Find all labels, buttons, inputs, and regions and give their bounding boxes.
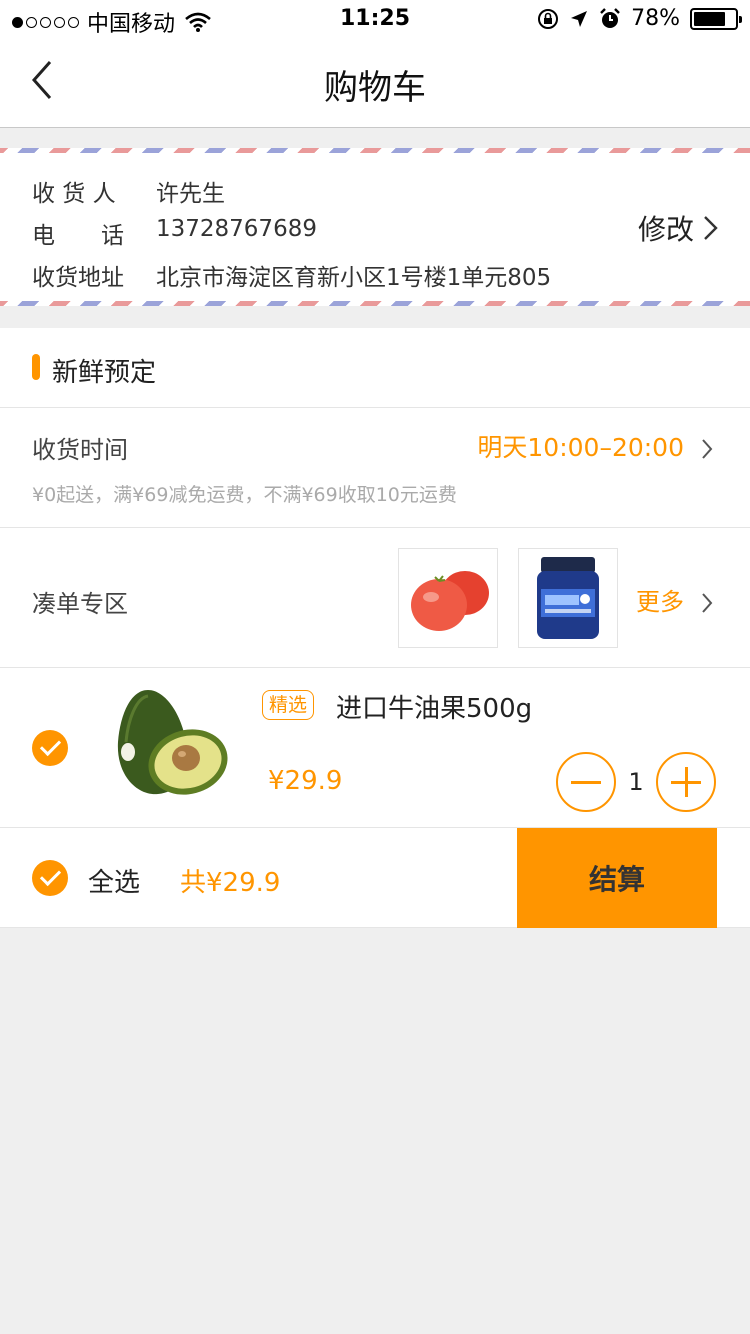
edit-address-button[interactable]: 修改 — [638, 208, 720, 248]
quantity-minus-button[interactable] — [556, 752, 616, 812]
delivery-time-label: 收货时间 — [32, 436, 128, 464]
quantity-plus-button[interactable] — [656, 752, 716, 812]
minus-icon — [571, 781, 601, 784]
checkout-bar: 全选 共¥29.9 结算 — [0, 828, 750, 928]
addon-more-link[interactable]: 更多 — [636, 582, 684, 617]
product-name: 进口牛油果500g — [336, 694, 533, 724]
nav-bar: 购物车 — [0, 40, 750, 128]
phone-label: 电 话 — [32, 223, 124, 249]
quantity-value: 1 — [628, 768, 644, 796]
section-title: 新鲜预定 — [52, 358, 157, 388]
delivery-time-row[interactable]: 收货时间 明天10:00–20:00 ¥0起送，满¥69减免运费，不满¥69收取… — [0, 408, 750, 528]
chevron-right-icon — [702, 439, 713, 459]
status-bar: 中国移动 11:25 78% — [0, 0, 750, 40]
airmail-border-bottom — [0, 301, 750, 306]
address-card[interactable]: 收 货 人 许先生 电 话 13728767689 收货地址 北京市海淀区育新小… — [0, 148, 750, 306]
battery-icon — [690, 7, 742, 30]
blueberry-jam-image — [537, 557, 599, 639]
address-row: 收货地址 北京市海淀区育新小区1号楼1单元805 — [32, 258, 551, 292]
delivery-time-value: 明天10:00–20:00 — [477, 433, 684, 462]
recipient-name: 许先生 — [156, 181, 225, 207]
addon-zone-label: 凑单专区 — [32, 590, 128, 618]
orientation-lock-icon — [538, 8, 559, 29]
chevron-right-icon — [702, 593, 713, 613]
alarm-icon — [600, 7, 620, 28]
addon-product-jam[interactable] — [518, 548, 618, 648]
phone-number: 13728767689 — [156, 216, 317, 242]
battery-level-fill — [694, 11, 726, 26]
location-icon — [571, 10, 588, 27]
addon-zone[interactable]: 凑单专区 更多 — [0, 528, 750, 668]
airmail-border-top — [0, 148, 750, 153]
battery-percent: 78% — [631, 6, 680, 31]
address-label: 收货地址 — [32, 265, 124, 291]
checkout-button[interactable]: 结算 — [517, 828, 717, 928]
address-text: 北京市海淀区育新小区1号楼1单元805 — [156, 265, 552, 291]
plus-icon-v — [685, 767, 688, 797]
section-header: 新鲜预定 — [0, 328, 750, 408]
select-all-checkbox[interactable] — [32, 860, 68, 896]
recipient-label: 收 货 人 — [32, 181, 116, 207]
tomato-image — [411, 571, 489, 631]
phone-row: 电 话 13728767689 — [32, 216, 317, 250]
shipping-fee-note: ¥0起送，满¥69减免运费，不满¥69收取10元运费 — [32, 484, 457, 506]
recipient-row: 收 货 人 许先生 — [32, 174, 225, 208]
section-accent-bar — [32, 354, 40, 380]
total-price: 共¥29.9 — [180, 868, 281, 898]
status-right: 78% — [537, 6, 742, 31]
chevron-right-icon — [704, 216, 718, 240]
item-checkbox[interactable] — [32, 730, 68, 766]
product-price: ¥29.9 — [268, 766, 343, 796]
avocado-image — [117, 690, 228, 795]
page-title: 购物车 — [324, 68, 426, 108]
featured-tag: 精选 — [262, 690, 315, 720]
select-all-label[interactable]: 全选 — [88, 862, 140, 899]
cart-item: 精选 进口牛油果500g ¥29.9 1 — [0, 668, 750, 828]
addon-product-tomato[interactable] — [398, 548, 498, 648]
edit-address-label: 修改 — [637, 213, 694, 246]
